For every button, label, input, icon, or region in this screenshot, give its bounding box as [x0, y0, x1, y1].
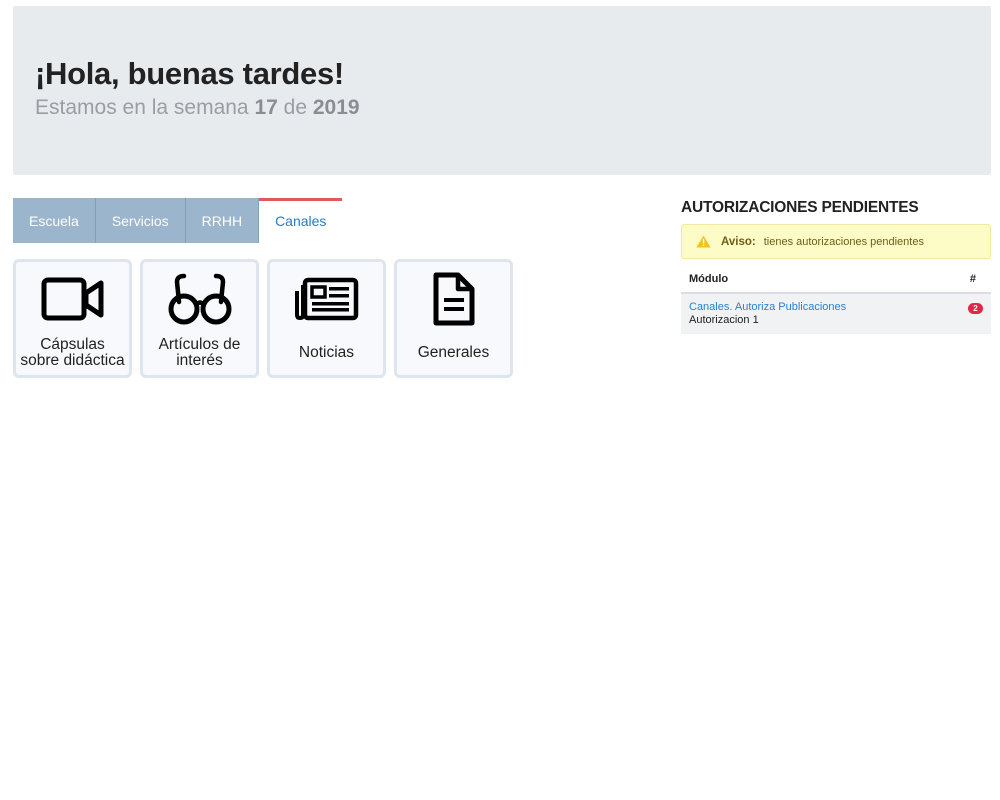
glasses-icon [143, 268, 256, 330]
channel-tiles: Cápsulas sobre didáctica Artículos de in… [13, 259, 513, 378]
tile-generales[interactable]: Generales [394, 259, 513, 378]
pending-alert: Aviso: tienes autorizaciones pendientes [681, 224, 991, 259]
alert-label: Aviso: [721, 235, 756, 248]
tab-escuela[interactable]: Escuela [13, 198, 96, 243]
column-module: Módulo [689, 273, 729, 285]
tile-label: Generales [417, 343, 490, 361]
warning-icon [696, 235, 711, 248]
section-tabs: Escuela Servicios RRHH Canales [13, 198, 343, 243]
authorizations-table: Módulo # Canales. Autoriza Publicaciones… [681, 266, 991, 334]
document-icon [397, 268, 510, 330]
module-detail: Autorizacion 1 [689, 314, 759, 326]
video-camera-icon [16, 268, 129, 330]
tile-noticias[interactable]: Noticias [267, 259, 386, 378]
newspaper-icon [270, 268, 383, 330]
greeting-title: ¡Hola, buenas tardes! [35, 56, 344, 91]
table-header: Módulo # [681, 266, 991, 294]
count-badge: 2 [968, 303, 983, 314]
tab-servicios[interactable]: Servicios [95, 198, 186, 243]
row-module-cell: Canales. Autoriza Publicaciones Autoriza… [689, 301, 846, 334]
alert-text: tienes autorizaciones pendientes [763, 235, 924, 248]
tile-capsulas[interactable]: Cápsulas sobre didáctica [13, 259, 132, 378]
tile-label: Noticias [298, 343, 355, 361]
greeting-banner: ¡Hola, buenas tardes! Estamos en la sema… [13, 6, 991, 175]
week-number: 17 [254, 96, 278, 119]
tab-canales[interactable]: Canales [259, 198, 343, 243]
year: 2019 [312, 96, 360, 119]
tile-label: Artículos de interés [158, 335, 241, 369]
tile-articulos[interactable]: Artículos de interés [140, 259, 259, 378]
authorizations-heading: AUTORIZACIONES PENDIENTES [681, 199, 919, 216]
module-link[interactable]: Canales. Autoriza Publicaciones [689, 301, 846, 313]
tile-label: Cápsulas sobre didáctica [20, 335, 125, 369]
tab-rrhh[interactable]: RRHH [185, 198, 260, 243]
table-row: Canales. Autoriza Publicaciones Autoriza… [681, 294, 991, 334]
week-info: Estamos en la semana 17 de 2019 [35, 96, 360, 119]
column-count: # [969, 273, 976, 285]
